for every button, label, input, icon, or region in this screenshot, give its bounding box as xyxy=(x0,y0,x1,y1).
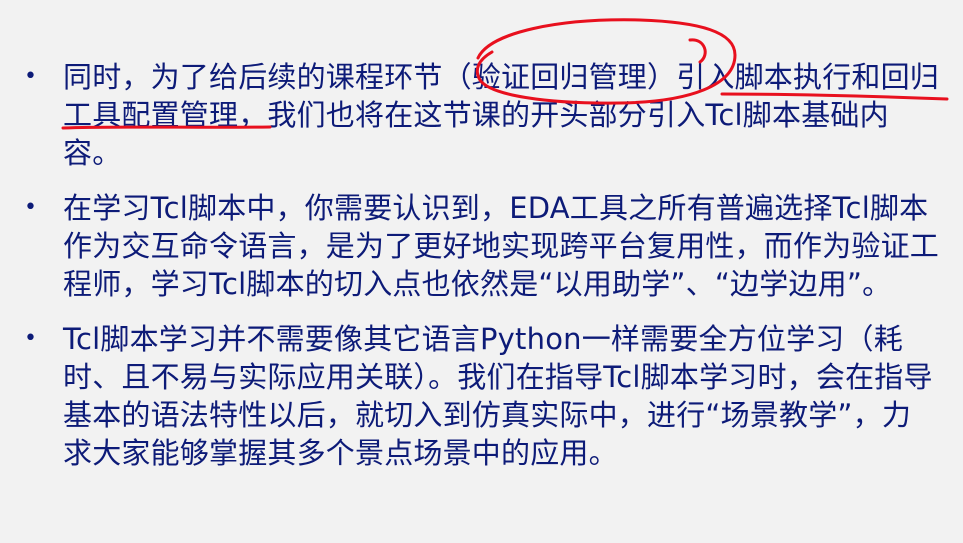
bullet-item-3: • Tcl脚本学习并不需要像其它语言Python一样需要全方位学习（耗时、且不易… xyxy=(0,320,963,472)
bullet-text: 在学习Tcl脚本中，你需要认识到，EDA工具之所有普遍选择Tcl脚本作为交互命令… xyxy=(63,191,940,301)
bullet-item-1: • 同时，为了给后续的课程环节（验证回归管理）引入脚本执行和回归工具配置管理，我… xyxy=(0,58,963,172)
bullet-list: • 同时，为了给后续的课程环节（验证回归管理）引入脚本执行和回归工具配置管理，我… xyxy=(0,58,963,489)
bullet-dot: • xyxy=(24,64,38,89)
bullet-dot: • xyxy=(24,195,38,220)
bullet-text: 同时，为了给后续的课程环节（验证回归管理）引入脚本执行和回归工具配置管理，我们也… xyxy=(63,60,940,170)
bullet-item-2: • 在学习Tcl脚本中，你需要认识到，EDA工具之所有普遍选择Tcl脚本作为交互… xyxy=(0,189,963,303)
slide: • 同时，为了给后续的课程环节（验证回归管理）引入脚本执行和回归工具配置管理，我… xyxy=(0,0,963,543)
bullet-dot: • xyxy=(24,326,38,351)
bullet-text: Tcl脚本学习并不需要像其它语言Python一样需要全方位学习（耗时、且不易与实… xyxy=(63,322,933,470)
